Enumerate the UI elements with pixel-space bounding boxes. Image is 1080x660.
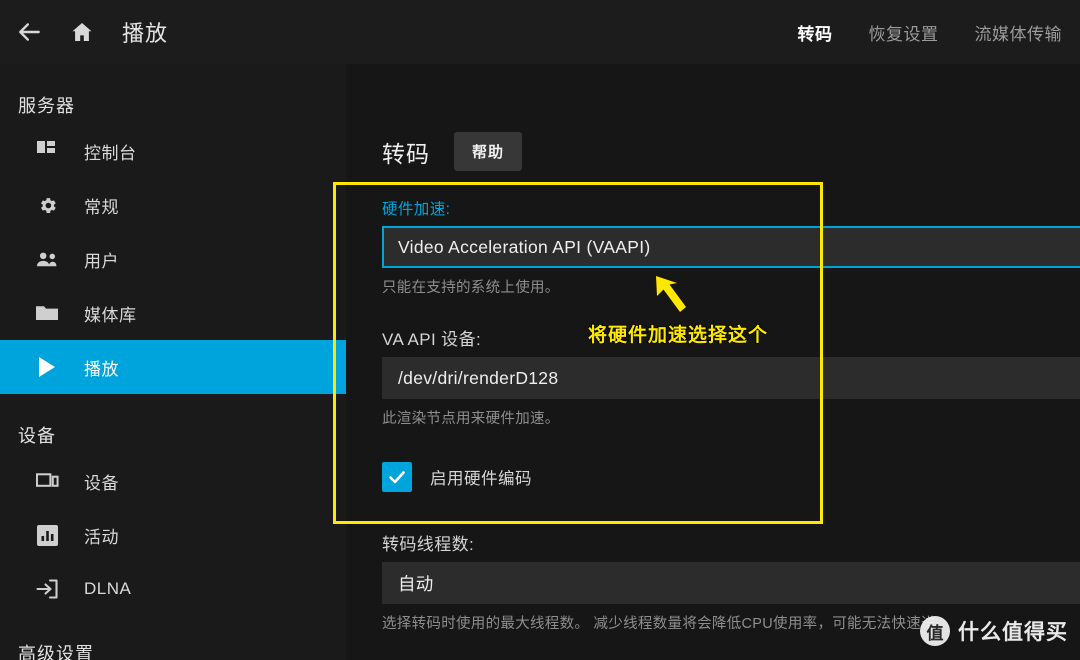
arrow-left-icon[interactable]: [8, 10, 52, 54]
sidebar-item-playback[interactable]: 播放: [0, 340, 346, 394]
page-head: 转码 帮助: [346, 64, 1080, 171]
gear-icon: [34, 192, 60, 218]
tab-transcoding[interactable]: 转码: [798, 20, 833, 45]
sidebar-item-label: 播放: [84, 359, 119, 379]
sidebar-item-devices[interactable]: 设备: [0, 454, 346, 508]
people-icon: [34, 246, 60, 272]
hardware-acceleration-help: 只能在支持的系统上使用。: [382, 280, 560, 296]
help-button[interactable]: 帮助: [454, 132, 523, 171]
devices-icon: [34, 468, 60, 494]
sidebar-section-devices: 设备: [18, 426, 56, 446]
sidebar: 服务器 控制台 常规 用户 媒体库 播放 设备 设备 活动 DLNA 高级设置: [0, 64, 346, 660]
va-api-device-input[interactable]: /dev/dri/renderD128: [382, 357, 1080, 399]
header-tabs: 转码 恢复设置 流媒体传输: [798, 0, 1063, 64]
folder-icon: [34, 300, 60, 326]
transcode-threads-help: 选择转码时使用的最大线程数。 减少线程数量将会降低CPU使用率，可能无法快速进: [382, 616, 936, 632]
check-icon: [387, 467, 407, 487]
dashboard-icon: [34, 138, 60, 164]
va-api-device-label: VA API 设备:: [382, 330, 482, 349]
play-icon: [34, 354, 60, 380]
enable-hardware-encoding-label: 启用硬件编码: [430, 470, 532, 488]
sidebar-item-label: 设备: [84, 473, 119, 493]
sidebar-item-users[interactable]: 用户: [0, 232, 346, 286]
app-root: 播放 转码 恢复设置 流媒体传输 服务器 控制台 常规 用户 媒体库 播放 设备…: [0, 0, 1080, 660]
cast-in-icon: [34, 576, 60, 602]
field-hardware-acceleration: 硬件加速: Video Acceleration API (VAAPI) 只能在…: [346, 197, 1080, 297]
hardware-acceleration-select[interactable]: Video Acceleration API (VAAPI): [382, 226, 1080, 268]
sidebar-item-label: 活动: [84, 527, 119, 547]
enable-hardware-encoding-checkbox[interactable]: [382, 462, 412, 492]
main-content: 转码 帮助 硬件加速: Video Acceleration API (VAAP…: [346, 64, 1080, 660]
tab-resume-settings[interactable]: 恢复设置: [869, 20, 939, 45]
sidebar-item-label: 常规: [84, 197, 119, 217]
sidebar-item-dashboard[interactable]: 控制台: [0, 124, 346, 178]
app-header: 播放 转码 恢复设置 流媒体传输: [0, 0, 1080, 64]
sidebar-item-label: DLNA: [84, 579, 132, 598]
sidebar-item-label: 用户: [84, 251, 119, 271]
sidebar-item-general[interactable]: 常规: [0, 178, 346, 232]
sidebar-item-activity[interactable]: 活动: [0, 508, 346, 562]
bar-chart-icon: [34, 522, 60, 548]
sidebar-item-dlna[interactable]: DLNA: [0, 562, 346, 616]
sidebar-item-label: 媒体库: [84, 305, 137, 325]
transcode-threads-label: 转码线程数:: [382, 535, 475, 554]
page-title: 转码: [382, 140, 430, 167]
field-transcode-threads: 转码线程数: 自动 选择转码时使用的最大线程数。 减少线程数量将会降低CPU使用…: [346, 530, 1080, 633]
sidebar-item-library[interactable]: 媒体库: [0, 286, 346, 340]
field-va-api-device: VA API 设备: /dev/dri/renderD128 此渲染节点用来硬件…: [346, 325, 1080, 428]
va-api-device-help: 此渲染节点用来硬件加速。: [382, 411, 560, 427]
enable-hardware-encoding-row[interactable]: 启用硬件编码: [346, 462, 1080, 492]
sidebar-section-server: 服务器: [18, 96, 75, 116]
home-icon[interactable]: [60, 10, 104, 54]
hardware-acceleration-label: 硬件加速:: [382, 201, 451, 218]
page-header-title: 播放: [122, 21, 169, 46]
sidebar-item-label: 控制台: [84, 143, 137, 163]
sidebar-section-cutoff: 高级设置: [18, 644, 94, 660]
transcode-threads-select[interactable]: 自动: [382, 562, 1080, 604]
tab-streaming[interactable]: 流媒体传输: [975, 20, 1063, 45]
